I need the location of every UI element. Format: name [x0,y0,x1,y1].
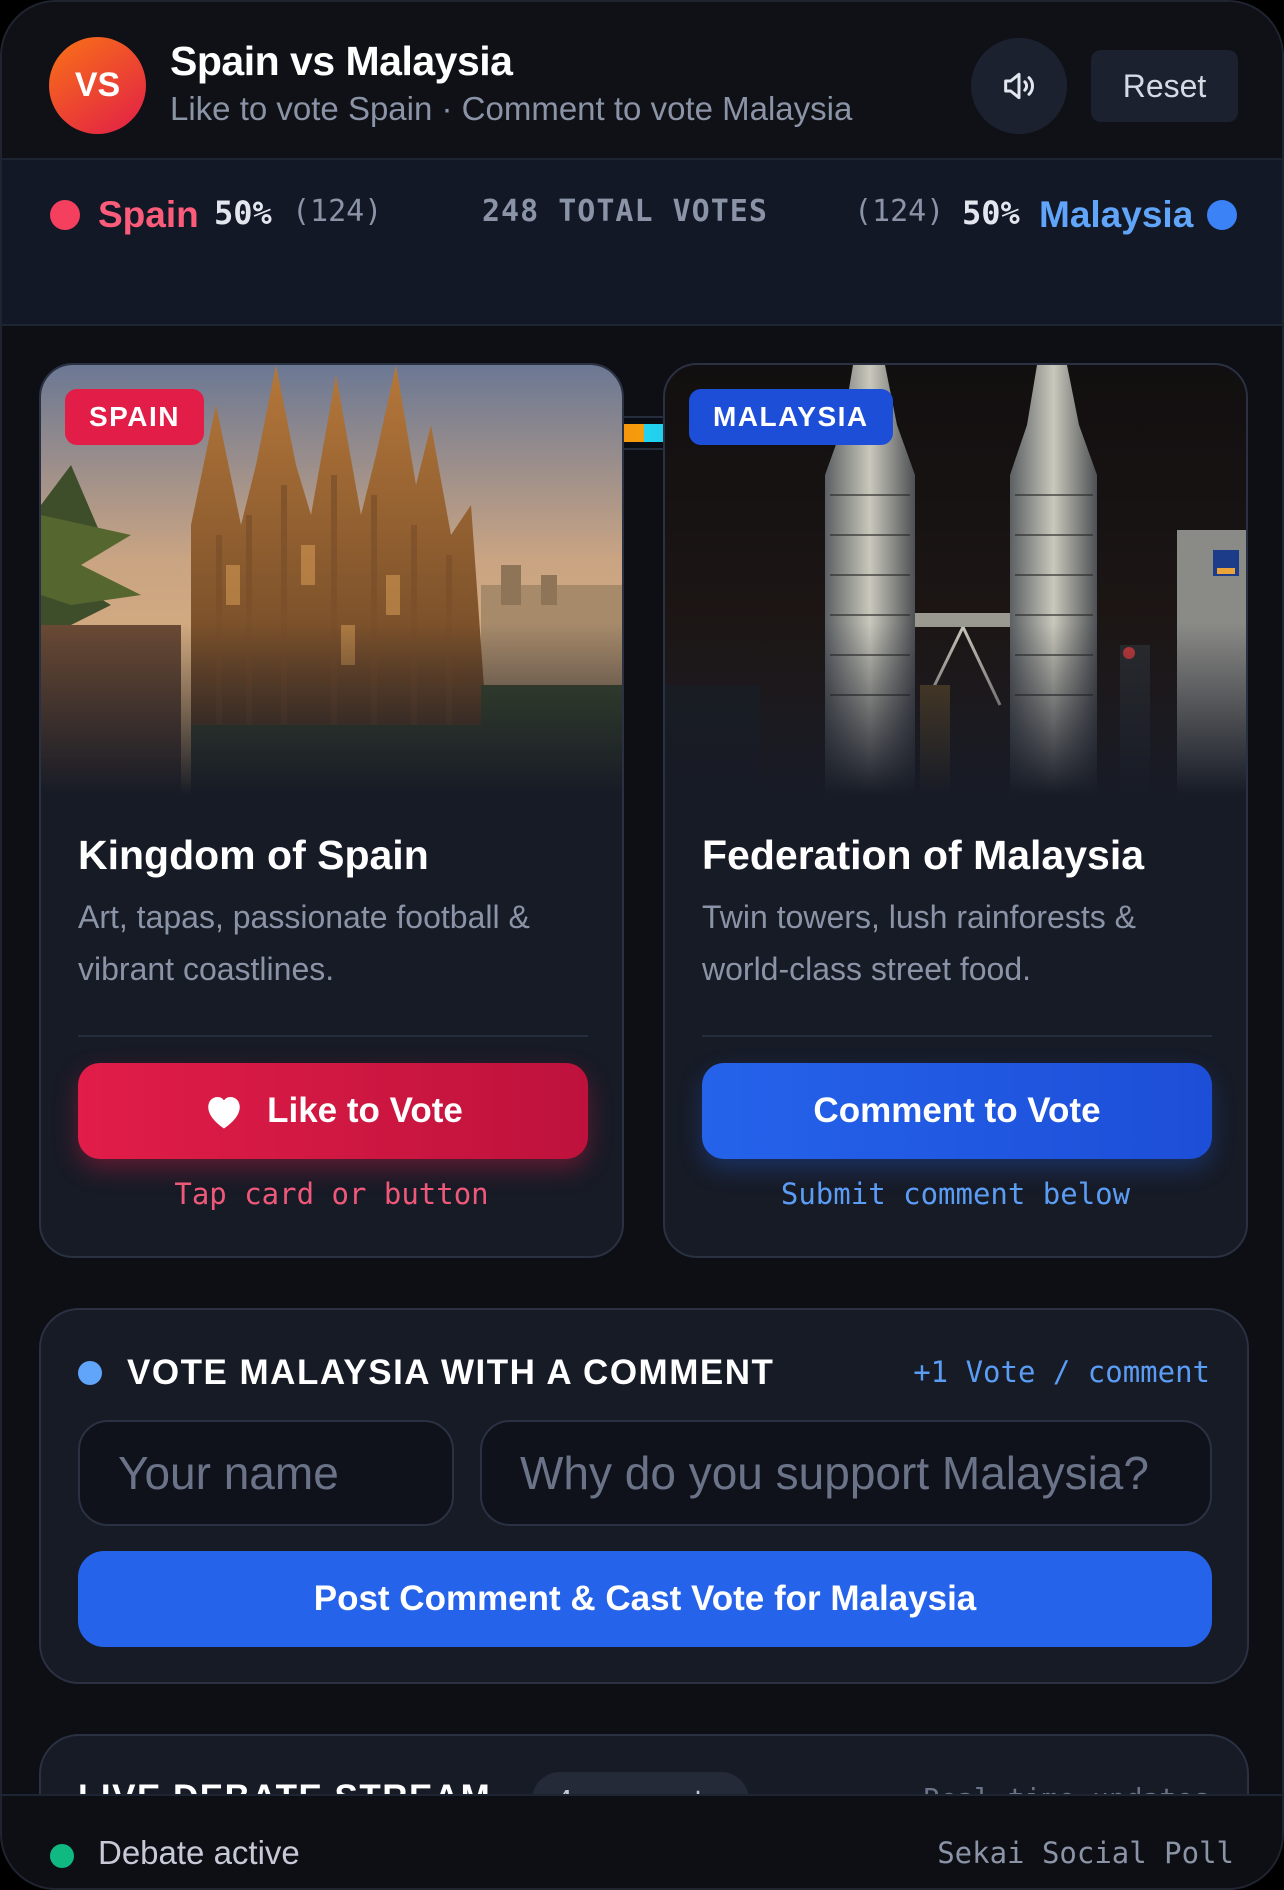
status-dot [50,1844,74,1868]
comment-input[interactable]: Why do you support Malaysia? [480,1420,1212,1526]
like-to-vote-label: Like to Vote [267,1091,463,1130]
divider [78,1035,588,1037]
brand-label: Sekai Social Poll [937,1836,1234,1870]
status-text: Debate active [98,1834,300,1871]
comment-panel-title: VOTE MALAYSIA WITH A COMMENT [127,1353,775,1392]
spain-color-dot [50,200,80,230]
post-comment-button[interactable]: Post Comment & Cast Vote for Malaysia [78,1551,1212,1647]
page-subtitle: Like to vote Spain · Comment to vote Mal… [170,90,853,127]
malaysia-description: Twin towers, lush rainforests & world-cl… [702,899,1136,987]
reset-button[interactable]: Reset [1091,50,1238,122]
panel-dot [78,1361,102,1385]
divider [702,1035,1212,1037]
spain-description: Art, tapas, passionate football & vibran… [78,899,530,987]
spain-percent: 50% [214,194,272,232]
comment-vote-panel: VOTE MALAYSIA WITH A COMMENT +1 Vote / c… [39,1308,1249,1684]
like-to-vote-button[interactable]: Like to Vote [78,1063,588,1159]
malaysia-color-dot [1207,200,1237,230]
spain-label: Spain [98,194,199,235]
total-votes: 248 TOTAL VOTES [482,194,768,229]
footer: Debate active Sekai Social Poll [2,1794,1282,1888]
speaker-icon [1004,72,1034,100]
malaysia-hint: Submit comment below [780,1177,1131,1211]
malaysia-card[interactable]: MALAYSIA Federation of Malaysia Twin tow… [663,363,1248,1258]
malaysia-percent: 50% [962,194,1020,232]
malaysia-image: MALAYSIA [665,365,1246,795]
malaysia-title: Federation of Malaysia [702,832,1145,878]
malaysia-label: Malaysia [1039,194,1194,235]
header: VS Spain vs Malaysia Like to vote Spain … [2,2,1282,160]
malaysia-count: (124) [854,194,945,229]
spain-count: (124) [292,194,383,229]
spain-hint: Tap card or button [174,1177,489,1211]
comment-to-vote-button[interactable]: Comment to Vote [702,1063,1212,1159]
sound-toggle-button[interactable] [971,38,1067,134]
vs-badge: VS [49,37,146,134]
name-input[interactable]: Your name [78,1420,454,1526]
vote-per-comment-note: +1 Vote / comment [913,1355,1210,1389]
app-frame: VS Spain vs Malaysia Like to vote Spain … [0,0,1284,1890]
page-title: Spain vs Malaysia [170,38,513,84]
vote-scoreboard: Spain 50% (124) 248 TOTAL VOTES (124) 50… [2,160,1282,450]
malaysia-tag: MALAYSIA [689,389,893,445]
spain-image: SPAIN [41,365,622,795]
spain-card[interactable]: SPAIN Kingdom of Spain Art, tapas, passi… [39,363,624,1258]
comment-to-vote-label: Comment to Vote [813,1091,1101,1130]
heart-icon [208,1097,240,1129]
spain-tag: SPAIN [65,389,204,445]
spain-title: Kingdom of Spain [78,832,429,878]
